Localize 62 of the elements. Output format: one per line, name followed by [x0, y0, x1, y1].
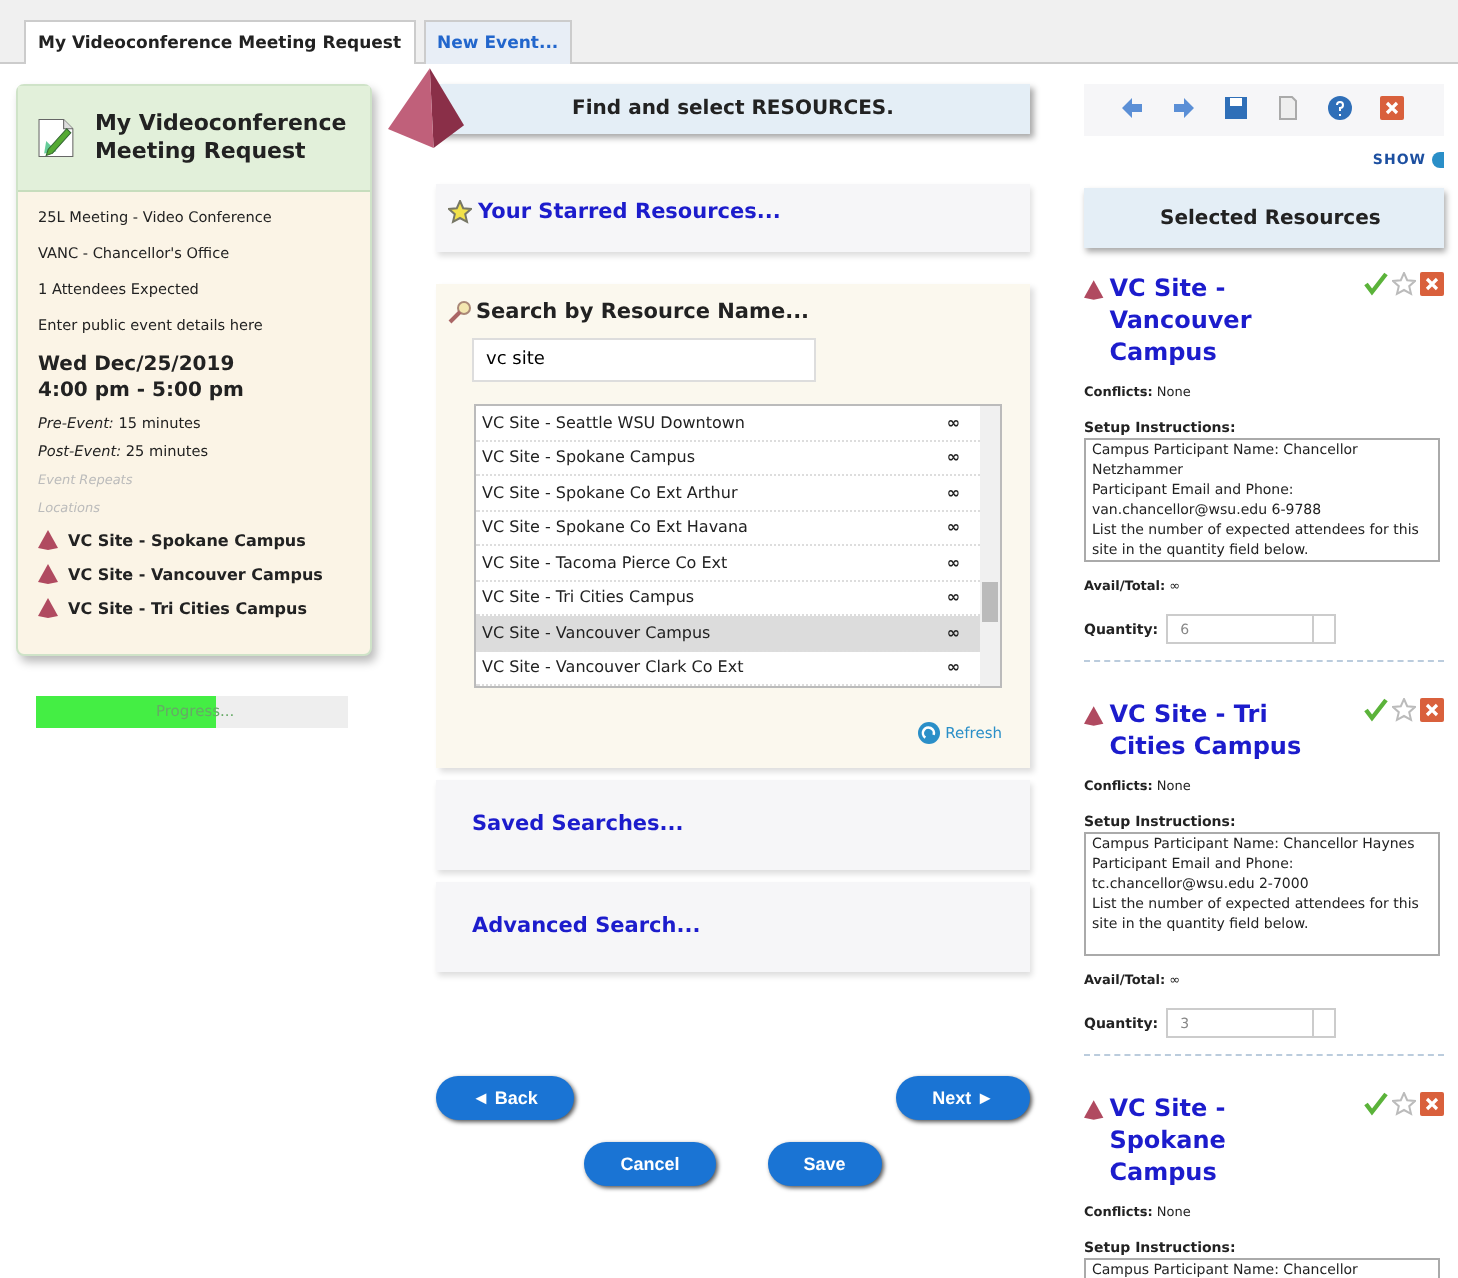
- advanced-search-link[interactable]: Advanced Search...: [472, 914, 701, 938]
- availability-text: ∞: [946, 658, 960, 677]
- availability-text: ∞: [946, 553, 960, 572]
- resource-name-link[interactable]: VC Site - Tri Cities Campus: [1109, 698, 1338, 762]
- remove-icon[interactable]: [1420, 1092, 1444, 1116]
- star-icon[interactable]: [1392, 1092, 1416, 1116]
- remove-icon[interactable]: [1420, 272, 1444, 296]
- step-title: Find and select RESOURCES.: [436, 84, 1030, 134]
- resource-name: VC Site - Spokane Campus: [482, 448, 696, 467]
- back-button[interactable]: ◄ Back: [436, 1076, 574, 1120]
- resource-name-link[interactable]: VC Site - Vancouver Campus: [1109, 272, 1338, 368]
- refresh-icon: [917, 722, 940, 744]
- tab[interactable]: New Event...: [423, 20, 573, 64]
- cancel-button[interactable]: Cancel: [584, 1142, 716, 1186]
- saved-searches-link[interactable]: Saved Searches...: [472, 812, 684, 836]
- document-icon[interactable]: [1276, 96, 1300, 120]
- resource-name-link[interactable]: VC Site - Spokane Campus: [1109, 1092, 1338, 1188]
- checkmark-icon[interactable]: [1364, 698, 1388, 722]
- checkmark-icon[interactable]: [1364, 272, 1388, 296]
- pyramid-icon: [1084, 706, 1104, 726]
- event-time: 4:00 pm - 5:00 pm: [38, 378, 246, 404]
- result-row[interactable]: VC Site - Vancouver Campus ∞: [476, 616, 980, 651]
- location-name: VC Site - Spokane Campus: [68, 531, 306, 549]
- star-icon: [448, 200, 472, 224]
- pyramid-icon: [388, 68, 464, 152]
- checkmark-icon[interactable]: [1364, 1092, 1388, 1116]
- resource-name: VC Site - Spokane Co Ext Arthur: [482, 483, 738, 502]
- pyramid-icon: [1084, 280, 1104, 300]
- search-title: Search by Resource Name...: [476, 300, 810, 324]
- resource-name: VC Site - Tacoma Pierce Co Ext: [482, 553, 728, 572]
- close-icon[interactable]: [1380, 96, 1404, 120]
- star-icon[interactable]: [1392, 698, 1416, 722]
- star-icon[interactable]: [1392, 272, 1416, 296]
- selected-resources-title: Selected Resources: [1084, 188, 1444, 248]
- availability-text: ∞: [946, 483, 960, 502]
- availability-text: ∞: [946, 518, 960, 537]
- availability-text: ∞: [946, 588, 960, 607]
- location-name: VC Site - Vancouver Campus: [68, 565, 323, 583]
- scrollbar[interactable]: [980, 406, 1000, 686]
- availability-text: ∞: [946, 448, 960, 467]
- back-arrow-icon[interactable]: [1120, 96, 1144, 120]
- help-icon[interactable]: [1328, 96, 1352, 120]
- save-icon[interactable]: [1224, 96, 1248, 120]
- search-field[interactable]: vc site: [472, 338, 816, 382]
- location-name: VC Site - Tri Cities Campus: [68, 599, 307, 617]
- remove-icon[interactable]: [1420, 698, 1444, 722]
- search-icon: [448, 300, 472, 324]
- starred-resources-link[interactable]: Your Starred Resources...: [478, 200, 781, 224]
- save-button[interactable]: Save: [767, 1142, 882, 1186]
- event-date: Wed Dec/25/2019: [38, 352, 237, 378]
- summary-title: My Videoconference Meeting Request: [94, 110, 349, 166]
- resource-name: VC Site - Vancouver Campus: [482, 623, 711, 642]
- pyramid-icon: [1084, 1100, 1104, 1120]
- tab[interactable]: My Videoconference Meeting Request: [24, 20, 416, 64]
- next-button[interactable]: Next ►: [896, 1076, 1030, 1120]
- resource-name: VC Site - Vancouver Clark Co Ext: [482, 658, 744, 677]
- availability-text: ∞: [946, 413, 960, 432]
- resource-name: VC Site - Tri Cities Campus: [482, 588, 695, 607]
- forward-arrow-icon[interactable]: [1172, 96, 1196, 120]
- availability-text: ∞: [946, 623, 960, 642]
- resource-name: VC Site - Spokane Co Ext Havana: [482, 518, 748, 537]
- resource-name: VC Site - Seattle WSU Downtown: [482, 413, 745, 432]
